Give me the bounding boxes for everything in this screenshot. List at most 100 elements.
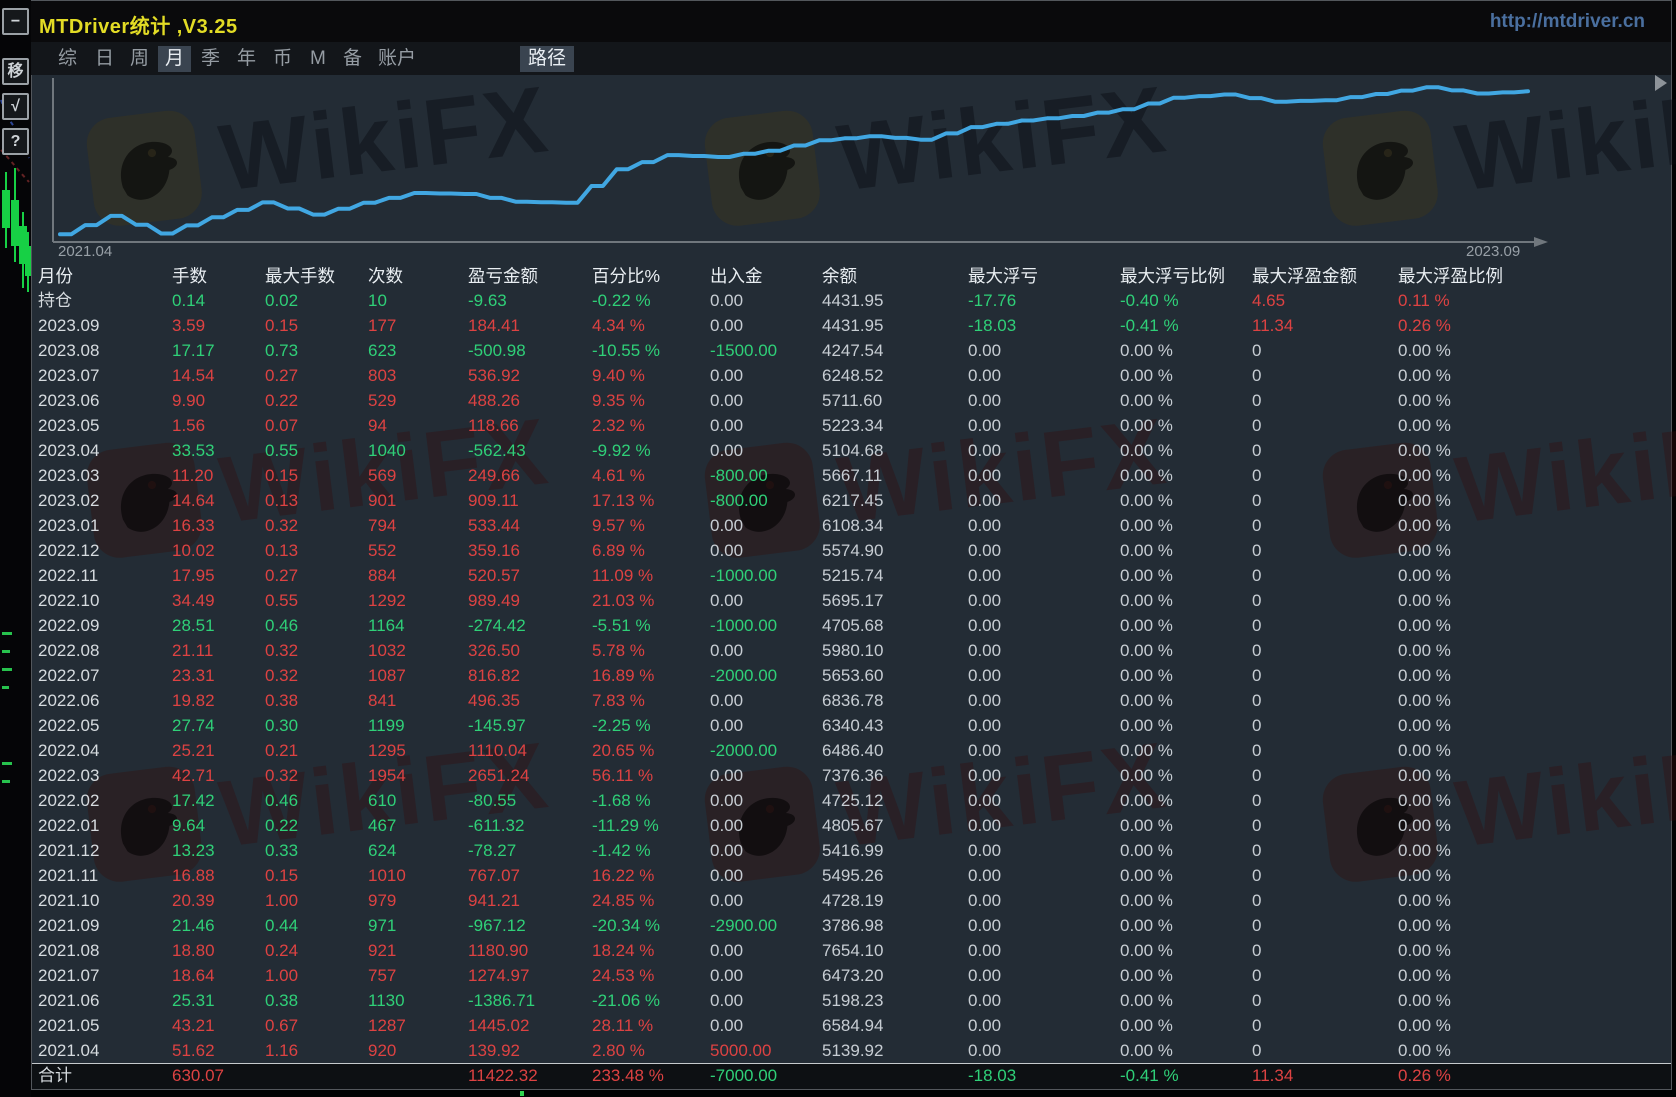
menu-item-1[interactable]: 综 <box>51 46 84 72</box>
table-row[interactable]: 2021.0818.800.249211180.9018.24 %0.00765… <box>38 938 1548 963</box>
table-row[interactable]: 2023.0714.540.27803536.929.40 %0.006248.… <box>38 363 1548 388</box>
cell-手数: 21.46 <box>172 913 265 938</box>
menu-item-9[interactable]: 备 <box>336 46 369 72</box>
cell-出入金: 0.00 <box>710 863 822 888</box>
cell-余额: 6473.20 <box>822 963 968 988</box>
table-row[interactable]: 2023.093.590.15177184.414.34 %0.004431.9… <box>38 313 1548 338</box>
cell-最大浮盈金额: 0 <box>1252 463 1398 488</box>
help-button[interactable]: ? <box>2 128 29 155</box>
minimize-button[interactable]: − <box>2 8 29 35</box>
table-row[interactable]: 2023.051.560.0794118.662.32 %0.005223.34… <box>38 413 1548 438</box>
table-row[interactable]: 2023.069.900.22529488.269.35 %0.005711.6… <box>38 388 1548 413</box>
menu-item-6[interactable]: 年 <box>230 46 263 72</box>
row-label: 2022.01 <box>38 813 172 838</box>
cell-最大浮盈金额: 0 <box>1252 413 1398 438</box>
window-title: MTDriver统计 ,V3.25 <box>39 10 238 39</box>
cell-最大浮亏: 0.00 <box>968 838 1120 863</box>
cell-次数: 1032 <box>368 638 468 663</box>
cell-最大浮盈金额: 0 <box>1252 638 1398 663</box>
table-row[interactable]: 2021.0625.310.381130-1386.71-21.06 %0.00… <box>38 988 1548 1013</box>
menu-item-5[interactable]: 季 <box>194 46 227 72</box>
cell-百分比%: 56.11 % <box>592 763 710 788</box>
cell-最大浮盈比例: 0.00 % <box>1398 563 1548 588</box>
table-total-row[interactable]: 合计630.0711422.32233.48 %-7000.00-18.03-0… <box>38 1063 1548 1088</box>
table-row[interactable]: 2022.1210.020.13552359.166.89 %0.005574.… <box>38 538 1548 563</box>
table-row[interactable]: 2021.0718.641.007571274.9724.53 %0.00647… <box>38 963 1548 988</box>
table-row[interactable]: 2023.0433.530.551040-562.43-9.92 %0.0051… <box>38 438 1548 463</box>
cell-最大浮盈金额: 0 <box>1252 613 1398 638</box>
cell-最大手数: 1.00 <box>265 963 368 988</box>
table-row[interactable]: 2022.019.640.22467-611.32-11.29 %0.00480… <box>38 813 1548 838</box>
menu-item-2[interactable]: 日 <box>88 46 121 72</box>
cell-百分比%: 9.40 % <box>592 363 710 388</box>
cell-出入金: 0.00 <box>710 813 822 838</box>
menu-item-7[interactable]: 币 <box>266 46 299 72</box>
row-label: 2023.08 <box>38 338 172 363</box>
table-row[interactable]: 2021.1116.880.151010767.0716.22 %0.00549… <box>38 863 1548 888</box>
cell-盈亏金额: 118.66 <box>468 413 592 438</box>
cell-出入金: -1000.00 <box>710 563 822 588</box>
cell-余额: 6486.40 <box>822 738 968 763</box>
table-row[interactable]: 2022.0217.420.46610-80.55-1.68 %0.004725… <box>38 788 1548 813</box>
table-row[interactable]: 2022.0425.210.2112951110.0420.65 %-2000.… <box>38 738 1548 763</box>
cell-最大浮亏比例: 0.00 % <box>1120 813 1252 838</box>
cell-次数: 1130 <box>368 988 468 1013</box>
table-row[interactable]: 2021.0921.460.44971-967.12-20.34 %-2900.… <box>38 913 1548 938</box>
table-row[interactable]: 2022.0928.510.461164-274.42-5.51 %-1000.… <box>38 613 1548 638</box>
cell-余额 <box>822 1063 968 1088</box>
cell-百分比%: -2.25 % <box>592 713 710 738</box>
column-header: 次数 <box>368 263 468 289</box>
table-row[interactable]: 2022.0527.740.301199-145.97-2.25 %0.0063… <box>38 713 1548 738</box>
row-label: 持仓 <box>38 288 172 313</box>
cell-出入金: -800.00 <box>710 463 822 488</box>
cell-出入金: 0.00 <box>710 688 822 713</box>
row-label: 2022.02 <box>38 788 172 813</box>
cell-出入金: 0.00 <box>710 963 822 988</box>
menu-item-10[interactable]: 账户 <box>371 46 423 72</box>
cell-次数: 971 <box>368 913 468 938</box>
table-row[interactable]: 2023.0116.330.32794533.449.57 %0.006108.… <box>38 513 1548 538</box>
table-row[interactable]: 2023.0817.170.73623-500.98-10.55 %-1500.… <box>38 338 1548 363</box>
row-label: 2023.01 <box>38 513 172 538</box>
cell-最大浮盈比例: 0.00 % <box>1398 388 1548 413</box>
cell-余额: 5223.34 <box>822 413 968 438</box>
cell-最大浮盈金额: 0 <box>1252 713 1398 738</box>
table-row[interactable]: 2021.0451.621.16920139.922.80 %5000.0051… <box>38 1038 1548 1063</box>
cell-最大浮亏比例: 0.00 % <box>1120 838 1252 863</box>
path-button[interactable]: 路径 <box>520 46 574 72</box>
cell-最大手数: 0.32 <box>265 763 368 788</box>
cell-盈亏金额: 359.16 <box>468 538 592 563</box>
cell-手数: 33.53 <box>172 438 265 463</box>
table-row[interactable]: 2021.0543.210.6712871445.0228.11 %0.0065… <box>38 1013 1548 1038</box>
table-row[interactable]: 2022.1117.950.27884520.5711.09 %-1000.00… <box>38 563 1548 588</box>
table-row[interactable]: 2021.1213.230.33624-78.27-1.42 %0.005416… <box>38 838 1548 863</box>
table-row[interactable]: 2022.0723.310.321087816.8216.89 %-2000.0… <box>38 663 1548 688</box>
cell-最大浮亏: 0.00 <box>968 963 1120 988</box>
table-row[interactable]: 2021.1020.391.00979941.2124.85 %0.004728… <box>38 888 1548 913</box>
check-button[interactable]: √ <box>2 93 29 120</box>
cell-出入金: 0.00 <box>710 838 822 863</box>
table-row[interactable]: 2022.0821.110.321032326.505.78 %0.005980… <box>38 638 1548 663</box>
move-button[interactable]: 移 <box>2 58 29 85</box>
cell-最大浮盈比例: 0.00 % <box>1398 413 1548 438</box>
table-row[interactable]: 2022.0342.710.3219542651.2456.11 %0.0073… <box>38 763 1548 788</box>
table-row[interactable]: 2023.0214.640.13901909.1117.13 %-800.006… <box>38 488 1548 513</box>
table-row[interactable]: 持仓0.140.0210-9.63-0.22 %0.004431.95-17.7… <box>38 288 1548 313</box>
row-label: 2023.05 <box>38 413 172 438</box>
menu-item-4[interactable]: 月 <box>158 46 191 72</box>
scroll-arrow-icon[interactable] <box>1655 75 1667 91</box>
cell-最大浮亏比例: 0.00 % <box>1120 338 1252 363</box>
cell-最大浮盈金额: 0 <box>1252 988 1398 1013</box>
cell-百分比%: -20.34 % <box>592 913 710 938</box>
menu-item-3[interactable]: 周 <box>123 46 156 72</box>
url-link[interactable]: http://mtdriver.cn <box>1490 11 1645 33</box>
cell-百分比%: -5.51 % <box>592 613 710 638</box>
table-row[interactable]: 2022.0619.820.38841496.357.83 %0.006836.… <box>38 688 1548 713</box>
table-row[interactable]: 2022.1034.490.551292989.4921.03 %0.00569… <box>38 588 1548 613</box>
row-label: 2021.04 <box>38 1038 172 1063</box>
cell-最大浮亏比例: 0.00 % <box>1120 488 1252 513</box>
menu-item-8[interactable]: M <box>303 46 333 72</box>
cell-百分比%: 9.57 % <box>592 513 710 538</box>
table-row[interactable]: 2023.0311.200.15569249.664.61 %-800.0056… <box>38 463 1548 488</box>
cell-盈亏金额: 767.07 <box>468 863 592 888</box>
